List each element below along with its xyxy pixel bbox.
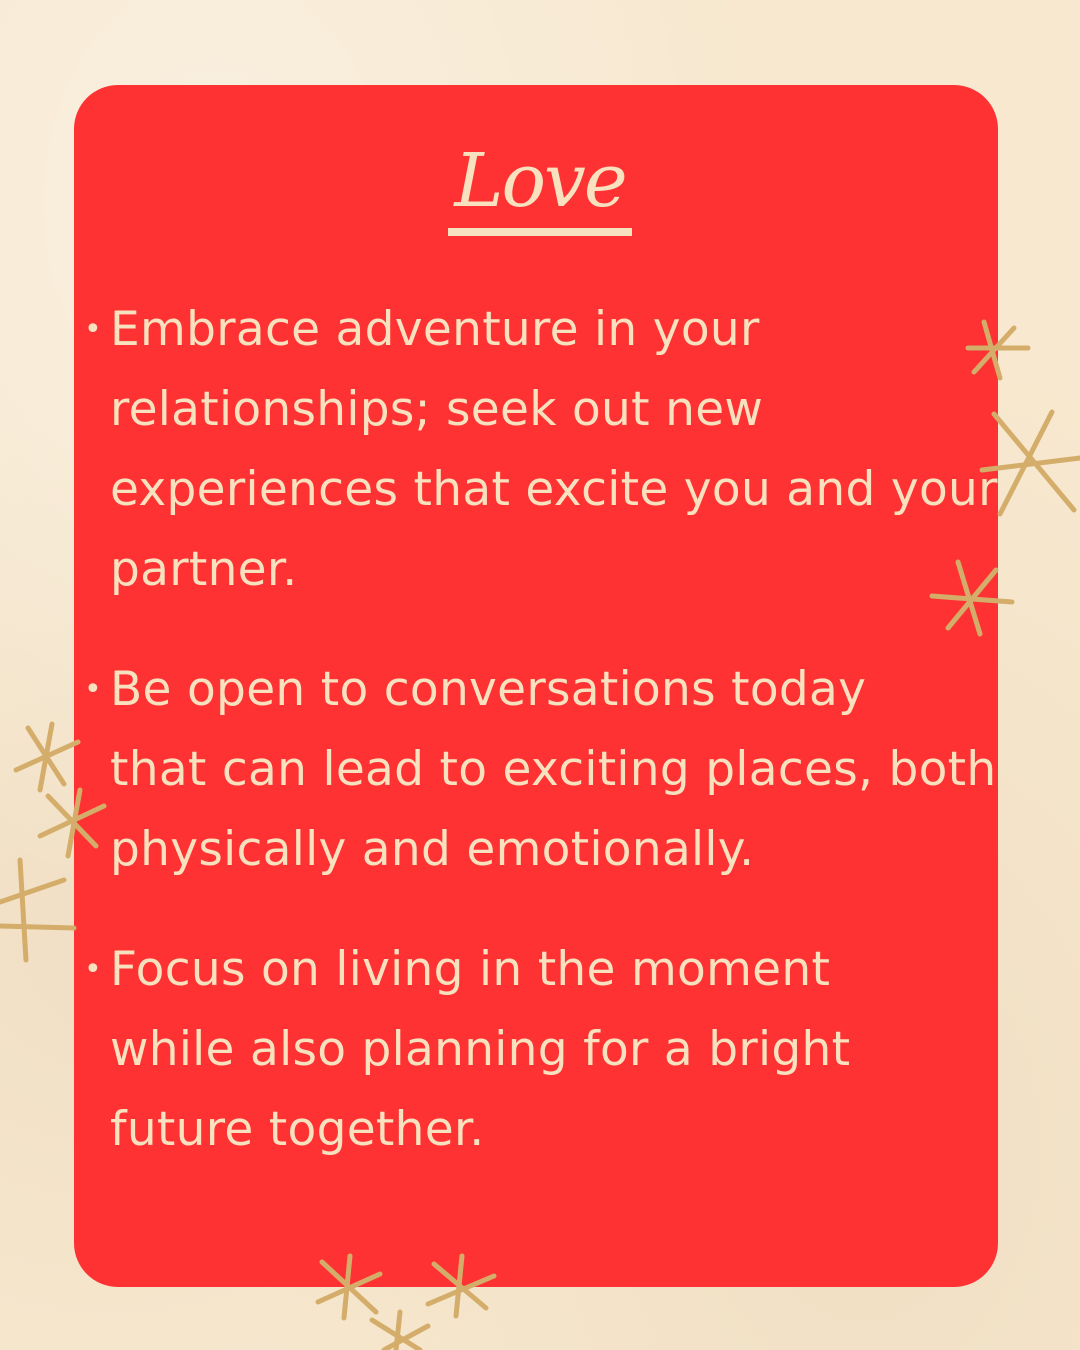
- page-title: Love: [0, 140, 1080, 236]
- page-title-text: Love: [448, 140, 632, 236]
- sparkle-star-icon: [369, 1309, 431, 1350]
- sparkle-star-icon: [0, 857, 77, 963]
- sparkle-star-icon: [13, 721, 81, 793]
- content-card: [74, 85, 998, 1287]
